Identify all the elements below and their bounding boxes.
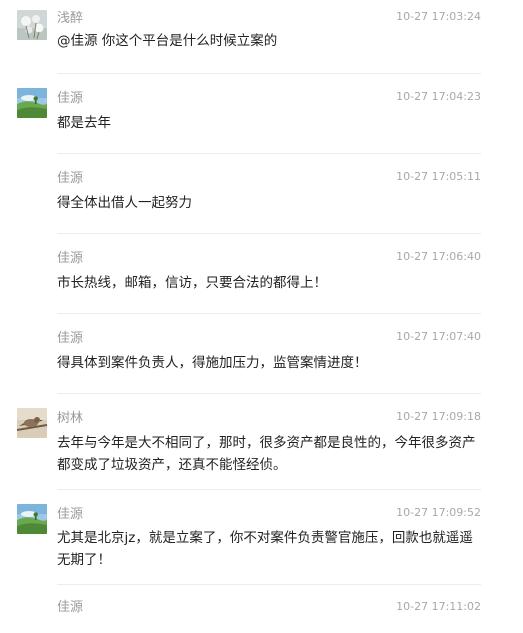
message-timestamp: 10-27 17:11:02 (396, 600, 481, 613)
message-text: 市长热线，邮箱，信访，只要合法的都得上！ (57, 275, 327, 291)
message-divider (57, 153, 481, 154)
author-name[interactable]: 浅醉 (57, 11, 83, 27)
message-text: 去年与今年是大不相同了，那时，很多资产都是良性的，今年很多资产都变成了垃圾资产，… (57, 435, 476, 473)
author-name[interactable]: 佳源 (57, 600, 83, 616)
message-timestamp: 10-27 17:05:11 (396, 170, 481, 183)
message-timestamp: 10-27 17:09:52 (396, 506, 481, 519)
author-name[interactable]: 佳源 (57, 171, 83, 187)
message-timestamp: 10-27 17:06:40 (396, 250, 481, 263)
message-text: 都是去年 (57, 115, 111, 131)
message-text: 得具体到案件负责人，得施加压力，监管案情进度！ (57, 355, 368, 371)
green-field-avatar[interactable] (17, 88, 47, 118)
cotton-flower-avatar[interactable] (17, 10, 47, 40)
message-divider (57, 393, 481, 394)
chat-feed: 浅醉 10-27 17:03:24 @佳源 你这个平台是什么时候立案的 佳源 1… (0, 0, 523, 633)
bird-branch-avatar[interactable] (17, 408, 47, 438)
message-timestamp: 10-27 17:03:24 (396, 10, 481, 23)
author-name[interactable]: 佳源 (57, 251, 83, 267)
author-name[interactable]: 佳源 (57, 91, 83, 107)
author-name[interactable]: 树林 (57, 411, 83, 427)
author-name[interactable]: 佳源 (57, 507, 83, 523)
author-name[interactable]: 佳源 (57, 331, 83, 347)
message-timestamp: 10-27 17:04:23 (396, 90, 481, 103)
message-divider (57, 584, 481, 585)
message-divider (57, 233, 481, 234)
message-text: @佳源 你这个平台是什么时候立案的 (57, 33, 278, 49)
message-text: 尤其是北京jz，就是立案了，你不对案件负责警官施压，回款也就遥遥无期了！ (57, 530, 473, 568)
message-divider (57, 73, 481, 74)
message-text: 得全体出借人一起努力 (57, 195, 192, 211)
message-divider (57, 489, 481, 490)
message-divider (57, 313, 481, 314)
green-field-avatar[interactable] (17, 504, 47, 534)
message-timestamp: 10-27 17:07:40 (396, 330, 481, 343)
message-timestamp: 10-27 17:09:18 (396, 410, 481, 423)
